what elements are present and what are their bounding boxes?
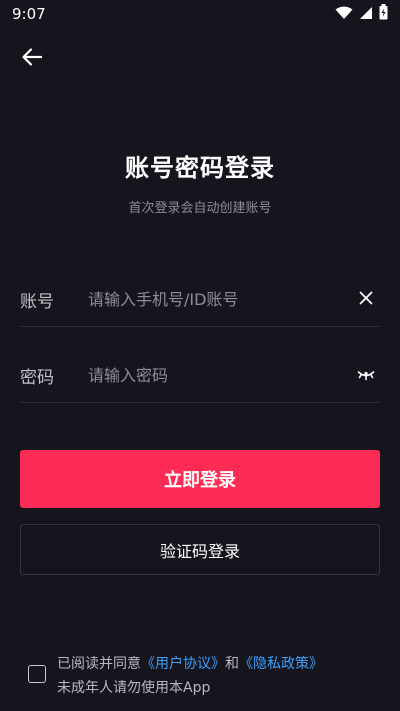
signal-icon [359, 5, 373, 24]
account-field: 账号 [20, 273, 380, 327]
battery-icon [379, 4, 388, 24]
clear-button[interactable] [352, 286, 380, 314]
privacy-policy-link[interactable]: 《隐私政策》 [239, 656, 323, 672]
status-icons [335, 4, 388, 24]
account-label: 账号 [20, 292, 54, 312]
password-input[interactable] [88, 355, 352, 396]
agreement-and: 和 [225, 656, 239, 672]
back-button[interactable] [18, 45, 46, 73]
eye-closed-icon [357, 366, 375, 385]
user-agreement-link[interactable]: 《用户协议》 [141, 656, 225, 672]
page-title: 账号密码登录 [125, 154, 275, 182]
page-subtitle: 首次登录会自动创建账号 [128, 201, 272, 216]
code-login-button[interactable]: 验证码登录 [20, 524, 380, 575]
agreement: 已阅读并同意《用户协议》和《隐私政策》 未成年人请勿使用本App [28, 652, 388, 700]
agreement-prefix: 已阅读并同意 [57, 656, 141, 672]
toggle-password-button[interactable] [352, 362, 380, 390]
account-input[interactable] [88, 279, 352, 320]
agreement-checkbox[interactable] [28, 665, 46, 683]
wifi-icon [335, 5, 353, 24]
password-field: 密码 [20, 349, 380, 403]
status-time: 9:07 [12, 5, 46, 23]
login-button[interactable]: 立即登录 [20, 450, 380, 508]
close-icon [359, 290, 373, 309]
arrow-left-icon [22, 48, 43, 70]
status-bar: 9:07 [0, 0, 400, 28]
password-label: 密码 [20, 368, 54, 388]
minor-notice: 未成年人请勿使用本App [57, 680, 211, 696]
agreement-text: 已阅读并同意《用户协议》和《隐私政策》 未成年人请勿使用本App [57, 652, 323, 700]
